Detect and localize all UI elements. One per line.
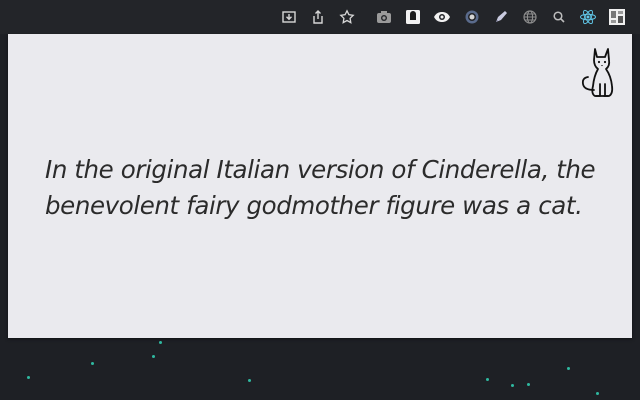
install-app-icon[interactable] [280, 8, 298, 26]
cat-icon [581, 48, 614, 97]
background-stars [0, 338, 640, 400]
cat-fact-text: In the original Italian version of Cinde… [45, 152, 605, 224]
eye-icon[interactable] [433, 8, 451, 26]
star-dot [91, 362, 94, 365]
cat-fact-popup: In the original Italian version of Cinde… [8, 34, 632, 338]
browser-toolbar [0, 0, 640, 34]
pen-icon[interactable] [492, 8, 510, 26]
star-dot [567, 367, 570, 370]
star-dot [152, 355, 155, 358]
ring-icon[interactable] [463, 8, 481, 26]
cat-fact-line-2: benevolent fairy godmother figure was a … [45, 191, 583, 220]
dark-reader-icon[interactable] [404, 8, 422, 26]
bookmark-star-icon[interactable] [338, 8, 356, 26]
star-dot [511, 384, 514, 387]
star-dot [159, 341, 162, 344]
camera-icon[interactable] [375, 8, 393, 26]
react-icon[interactable] [579, 8, 597, 26]
star-dot [486, 378, 489, 381]
star-dot [596, 392, 599, 395]
search-icon[interactable] [550, 8, 568, 26]
star-dot [248, 379, 251, 382]
share-icon[interactable] [309, 8, 327, 26]
star-dot [527, 383, 530, 386]
star-dot [27, 376, 30, 379]
extension-profile-icon[interactable] [608, 8, 626, 26]
globe-icon[interactable] [521, 8, 539, 26]
cat-fact-line-1: In the original Italian version of Cinde… [45, 155, 596, 184]
